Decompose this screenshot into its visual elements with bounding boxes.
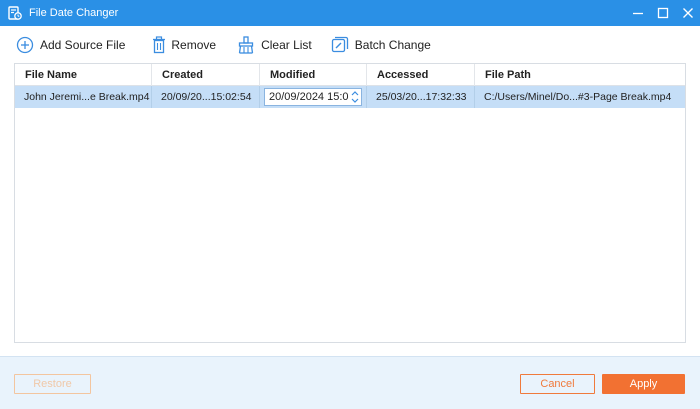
table-row[interactable]: John Jeremi...e Break.mp4 20/09/20...15:… bbox=[15, 86, 685, 108]
window-controls bbox=[625, 0, 700, 26]
add-source-file-button[interactable]: Add Source File bbox=[16, 30, 125, 60]
app-logo-icon bbox=[8, 6, 22, 20]
clear-list-button[interactable]: Clear List bbox=[237, 30, 312, 60]
remove-button[interactable]: Remove bbox=[150, 30, 216, 60]
minimize-icon bbox=[632, 12, 643, 15]
spin-up-icon[interactable] bbox=[351, 91, 359, 96]
title-bar: File Date Changer bbox=[0, 0, 700, 26]
add-circle-icon bbox=[16, 36, 34, 54]
maximize-icon bbox=[657, 7, 668, 19]
cancel-button[interactable]: Cancel bbox=[520, 374, 595, 394]
remove-label: Remove bbox=[171, 38, 217, 52]
column-header-file-name[interactable]: File Name bbox=[15, 64, 152, 86]
batch-change-button[interactable]: Batch Change bbox=[331, 30, 431, 60]
restore-button[interactable]: Restore bbox=[14, 374, 91, 394]
spin-down-icon[interactable] bbox=[351, 98, 359, 103]
spinner-arrows bbox=[351, 89, 359, 105]
apply-button[interactable]: Apply bbox=[602, 374, 685, 394]
column-header-modified[interactable]: Modified bbox=[260, 64, 367, 86]
file-table: File Name Created Modified Accessed File… bbox=[14, 63, 686, 343]
cell-file-name: John Jeremi...e Break.mp4 bbox=[15, 86, 152, 108]
close-icon bbox=[682, 8, 693, 18]
trash-icon bbox=[150, 36, 168, 54]
close-button[interactable] bbox=[675, 0, 700, 26]
modified-date-spinner bbox=[264, 88, 362, 106]
cell-modified bbox=[260, 86, 367, 108]
maximize-button[interactable] bbox=[650, 0, 675, 26]
batch-edit-icon bbox=[331, 36, 349, 54]
minimize-button[interactable] bbox=[625, 0, 650, 26]
table-header: File Name Created Modified Accessed File… bbox=[15, 64, 685, 86]
column-header-created[interactable]: Created bbox=[152, 64, 260, 86]
cell-created: 20/09/20...15:02:54 bbox=[152, 86, 260, 108]
window-title: File Date Changer bbox=[29, 7, 119, 19]
footer-bar: Restore Cancel Apply bbox=[0, 356, 700, 409]
column-header-accessed[interactable]: Accessed bbox=[367, 64, 475, 86]
add-source-file-label: Add Source File bbox=[40, 38, 126, 52]
clear-list-label: Clear List bbox=[261, 38, 312, 52]
batch-change-label: Batch Change bbox=[354, 38, 431, 52]
cell-file-path: C:/Users/Minel/Do...#3-Page Break.mp4 bbox=[484, 91, 672, 103]
broom-icon bbox=[237, 36, 255, 54]
column-header-file-path[interactable]: File Path bbox=[475, 64, 685, 86]
modified-date-input[interactable] bbox=[265, 91, 349, 103]
toolbar: Add Source File Remove Clear List Batch … bbox=[0, 30, 700, 60]
cell-accessed: 25/03/20...17:32:33 bbox=[367, 86, 475, 108]
